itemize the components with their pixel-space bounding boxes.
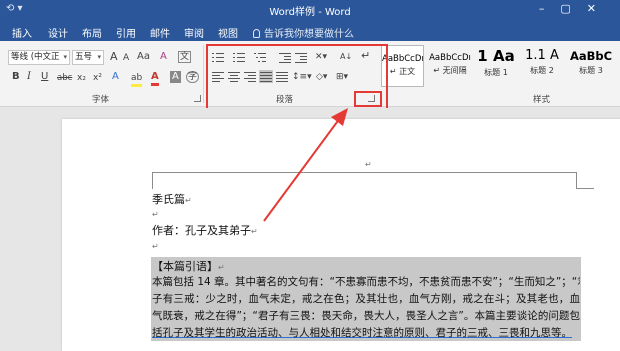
title-bar: ⟲ ▾ Word样例 - Word –▢✕ bbox=[0, 0, 620, 20]
doc-title-text: 季氏篇 bbox=[152, 193, 185, 206]
body-line-4[interactable]: 括孔子及其学生的政治活动、与人相处和结交时注意的原则、君子的三戒、三畏和九思等。 bbox=[152, 325, 580, 340]
return-mark: ↵ bbox=[185, 196, 192, 205]
subscript-button[interactable]: x₂ bbox=[77, 72, 86, 84]
change-case-button[interactable]: Aa bbox=[137, 51, 150, 63]
style-label: ↵ 无间隔 bbox=[433, 66, 467, 75]
style-sample: AaBbCcDı bbox=[382, 54, 424, 64]
doc-author-text: 作者：孔子及其弟子 bbox=[152, 224, 251, 237]
close-icon[interactable]: ✕ bbox=[587, 2, 612, 15]
doc-author-line[interactable]: 作者：孔子及其弟子↵ bbox=[152, 222, 258, 238]
margin-mark bbox=[576, 188, 594, 189]
section-heading[interactable]: 【本篇引语】↵ bbox=[152, 258, 225, 274]
style-label: 标题 2 bbox=[530, 66, 554, 75]
style-sample: 1.1 A bbox=[525, 48, 559, 63]
header-return-mark: ↵ bbox=[365, 160, 372, 169]
grow-font-button[interactable]: A bbox=[110, 51, 118, 63]
style-sample: AaBbCcDı bbox=[429, 53, 471, 63]
style-heading-2[interactable]: 1.1 A 标题 2 bbox=[520, 45, 564, 87]
return-mark: ↵ bbox=[218, 263, 225, 272]
font-size-value: 五号 bbox=[75, 52, 93, 62]
shrink-font-button[interactable]: A bbox=[123, 52, 129, 64]
strikethrough-button[interactable]: abc bbox=[57, 72, 72, 84]
tab-design[interactable]: 设计 bbox=[48, 25, 68, 40]
phonetic-guide-button[interactable]: 文 bbox=[178, 51, 192, 63]
minimize-icon[interactable]: – bbox=[539, 2, 561, 15]
style-label: ↵ 正文 bbox=[389, 67, 416, 76]
window-title: Word样例 - Word bbox=[269, 7, 351, 18]
bold-button[interactable]: B bbox=[12, 71, 20, 83]
group-divider bbox=[203, 45, 204, 103]
maximize-icon[interactable]: ▢ bbox=[560, 2, 586, 15]
body-line-2[interactable]: 子有三戒：少之时，血气未定，戒之在色；及其壮也，血气方刚，戒之在斗；及其老也，血 bbox=[152, 291, 580, 306]
style-sample: 1 Aa bbox=[477, 47, 515, 65]
section-heading-text: 【本篇引语】 bbox=[152, 260, 218, 273]
tell-me-text: 告诉我你想要做什么 bbox=[264, 29, 354, 40]
body-line-4-text: 括孔子及其学生的政治活动、与人相处和结交时注意的原则、君子的三戒、三畏和九思等。 bbox=[152, 327, 572, 339]
clear-formatting-button[interactable]: A bbox=[160, 51, 167, 63]
italic-button[interactable]: I bbox=[27, 71, 31, 83]
launcher-highlight bbox=[354, 91, 382, 107]
font-color-button[interactable]: A bbox=[151, 71, 159, 86]
tab-layout[interactable]: 布局 bbox=[82, 25, 102, 40]
return-mark: ↵ bbox=[152, 210, 159, 219]
tab-insert[interactable]: 插入 bbox=[12, 25, 32, 40]
character-shading-button[interactable]: A bbox=[170, 71, 181, 83]
superscript-button[interactable]: x² bbox=[93, 72, 102, 84]
word-window: ⟲ ▾ Word样例 - Word –▢✕ 插入 设计 布局 引用 邮件 审阅 … bbox=[0, 0, 620, 351]
style-label: 标题 3 bbox=[579, 66, 603, 75]
lightbulb-icon bbox=[253, 29, 260, 38]
font-group-label: 字体 bbox=[92, 95, 110, 105]
doc-title-line[interactable]: 季氏篇↵ bbox=[152, 191, 192, 207]
style-label: 标题 1 bbox=[484, 68, 508, 77]
tab-references[interactable]: 引用 bbox=[116, 25, 136, 40]
style-heading-3[interactable]: AaBbC 标题 3 bbox=[566, 45, 616, 87]
font-name-value: 等线 (中文正 bbox=[11, 52, 60, 62]
text-effects-button[interactable]: A bbox=[112, 71, 119, 83]
margin-mark bbox=[152, 172, 153, 189]
enclose-characters-button[interactable]: 字 bbox=[186, 71, 200, 83]
underline-button[interactable]: U bbox=[41, 71, 48, 83]
tab-review[interactable]: 审阅 bbox=[184, 25, 204, 40]
tab-mailings[interactable]: 邮件 bbox=[150, 25, 170, 40]
font-dialog-launcher-icon[interactable] bbox=[194, 95, 201, 102]
style-heading-1[interactable]: 1 Aa 标题 1 bbox=[474, 45, 518, 87]
body-line-3[interactable]: 气既衰，戒之在得”；“君子有三畏：畏天命，畏大人，畏圣人之言”。本篇主要谈论的问… bbox=[152, 308, 580, 323]
chevron-down-icon: ▾ bbox=[63, 53, 67, 61]
font-size-combo[interactable]: 五号 ▾ bbox=[72, 50, 104, 65]
tell-me-search[interactable]: 告诉我你想要做什么 bbox=[253, 25, 354, 40]
return-mark: ↵ bbox=[152, 242, 159, 251]
margin-mark bbox=[576, 172, 577, 189]
return-mark: ↵ bbox=[251, 227, 258, 236]
tab-view[interactable]: 视图 bbox=[218, 25, 238, 40]
style-no-spacing[interactable]: AaBbCcDı ↵ 无间隔 bbox=[428, 45, 472, 87]
ribbon-tabs: 插入 设计 布局 引用 邮件 审阅 视图 告诉我你想要做什么 bbox=[0, 20, 620, 41]
chevron-down-icon: ▾ bbox=[97, 53, 101, 61]
body-line-1[interactable]: 本篇包括 14 章。其中著名的文句有：“不患寡而患不均，不患贫而患不安”；“生而… bbox=[152, 274, 580, 289]
style-sample: AaBbC bbox=[569, 49, 613, 63]
highlight-button[interactable]: ab bbox=[131, 72, 143, 87]
window-controls[interactable]: –▢✕ bbox=[539, 2, 612, 15]
font-name-combo[interactable]: 等线 (中文正 ▾ bbox=[8, 50, 70, 65]
styles-group-label: 样式 bbox=[533, 95, 551, 105]
header-line bbox=[152, 172, 577, 173]
